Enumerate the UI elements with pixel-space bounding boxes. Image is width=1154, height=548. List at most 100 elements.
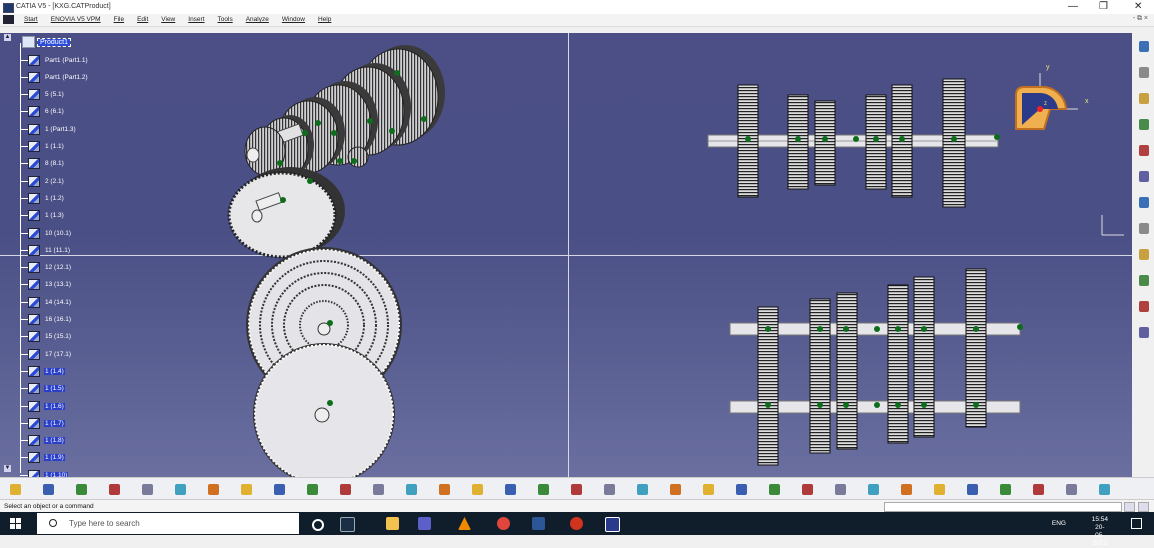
tree-item[interactable]: 1 (1.1) (20, 141, 65, 152)
zoom-icon[interactable] (1139, 145, 1149, 156)
views-icon[interactable] (769, 484, 780, 495)
tree-item[interactable]: Part1 (Part1.1) (20, 54, 89, 66)
paste-icon[interactable] (208, 484, 219, 495)
menu-item-file[interactable]: File (114, 16, 124, 23)
analyze-icon[interactable] (967, 484, 978, 495)
tree-item[interactable]: 1 (Part1.3) (20, 123, 77, 135)
redo-icon[interactable] (274, 484, 285, 495)
tree-item[interactable]: 1 (1.6) (20, 400, 65, 412)
close-button[interactable]: ✕ (1134, 1, 1142, 12)
tree-item[interactable]: 16 (16.1) (20, 314, 72, 325)
normal-view-icon[interactable] (1139, 223, 1149, 234)
tree-item[interactable]: 1 (1.4) (20, 365, 65, 377)
command-button-2[interactable] (1138, 502, 1149, 512)
command-input[interactable] (884, 502, 1122, 512)
menu-item-view[interactable]: View (161, 16, 175, 23)
vlc-icon[interactable] (458, 517, 471, 530)
cortana-icon[interactable] (312, 519, 324, 531)
sketch-icon[interactable] (1066, 484, 1077, 495)
tree-item[interactable]: 5 (5.1) (20, 89, 65, 101)
tree-item[interactable]: 1 (1.2) (20, 192, 65, 204)
menu-item-tools[interactable]: Tools (218, 16, 233, 23)
fit-icon[interactable] (1139, 197, 1149, 208)
menu-item-help[interactable]: Help (318, 16, 331, 23)
teams-icon[interactable] (418, 517, 431, 530)
tree-item[interactable]: 12 (12.1) (20, 262, 72, 274)
pdf-icon[interactable] (570, 517, 583, 530)
document-window-controls[interactable]: - ⧉ × (1133, 15, 1148, 23)
catalog-browser-icon[interactable] (1033, 484, 1044, 495)
measure-icon[interactable] (1139, 327, 1149, 338)
open-icon[interactable] (43, 484, 54, 495)
part-icon[interactable] (1139, 93, 1149, 104)
menu-item-start[interactable]: Start (24, 16, 38, 23)
gear-assembly-views[interactable]: y x z (0, 33, 1132, 477)
restore-button[interactable]: ❐ (1099, 1, 1108, 12)
render-icon[interactable] (802, 484, 813, 495)
fix-icon[interactable] (934, 484, 945, 495)
tree-item[interactable]: 1 (1.8) (20, 435, 65, 447)
hide-icon[interactable] (835, 484, 846, 495)
formula-icon[interactable] (340, 484, 351, 495)
tree-item[interactable]: 1 (1.7) (20, 417, 65, 429)
tree-item[interactable]: 1 (1.10) (20, 469, 69, 477)
tree-item[interactable]: 14 (14.1) (20, 296, 72, 308)
new-icon[interactable] (10, 484, 21, 495)
tree-item[interactable]: 10 (10.1) (20, 227, 72, 239)
color-icon[interactable] (1099, 484, 1110, 495)
task-view-icon[interactable] (340, 517, 355, 532)
zoom-out-icon[interactable] (703, 484, 714, 495)
word-icon[interactable] (532, 517, 545, 530)
pan-icon[interactable] (1139, 119, 1149, 130)
taskbar-search-box[interactable]: Type here to search (37, 513, 299, 534)
tree-item[interactable]: Part1 (Part1.2) (20, 71, 89, 83)
tree-item[interactable]: 11 (11.1) (20, 244, 71, 256)
tree-scroll-up[interactable]: ▲ (4, 34, 11, 41)
copy-icon[interactable] (175, 484, 186, 495)
manipulate-icon[interactable] (472, 484, 483, 495)
swap-icon[interactable] (868, 484, 879, 495)
pan-icon[interactable] (604, 484, 615, 495)
minimize-button[interactable]: — (1068, 1, 1078, 12)
fit-all-icon[interactable] (571, 484, 582, 495)
rotate-icon[interactable] (637, 484, 648, 495)
compass-icon[interactable]: y x z (1015, 64, 1089, 130)
clock[interactable]: 15:54 20-05-2023 (1092, 516, 1108, 548)
command-button-1[interactable] (1124, 502, 1135, 512)
tree-item[interactable]: 1 (1.9) (20, 452, 65, 464)
menu-item-window[interactable]: Window (282, 16, 305, 23)
file-explorer-icon[interactable] (386, 517, 399, 530)
fly-icon[interactable] (538, 484, 549, 495)
tree-scroll-down[interactable]: ▼ (4, 465, 11, 472)
normal-view-icon[interactable] (736, 484, 747, 495)
menu-item-insert[interactable]: Insert (188, 16, 204, 23)
notification-icon[interactable] (1131, 518, 1142, 529)
zoom-in-icon[interactable] (670, 484, 681, 495)
menu-item-analyze[interactable]: Analyze (246, 16, 269, 23)
constraint-icon[interactable] (901, 484, 912, 495)
tree-item[interactable]: 15 (15.1) (20, 331, 72, 343)
cut-icon[interactable] (142, 484, 153, 495)
measure-icon[interactable] (1000, 484, 1011, 495)
tree-item[interactable]: 8 (8.1) (20, 158, 65, 170)
assembly-icon[interactable] (439, 484, 450, 495)
windows-start-icon[interactable] (10, 518, 21, 529)
menu-item-edit[interactable]: Edit (137, 16, 148, 23)
print-icon[interactable] (109, 484, 120, 495)
tree-item[interactable]: 1 (1.3) (20, 210, 65, 222)
tree-item[interactable]: 13 (13.1) (20, 279, 72, 291)
save-icon[interactable] (76, 484, 87, 495)
catalog-icon[interactable] (373, 484, 384, 495)
tree-item[interactable]: 6 (6.1) (20, 106, 65, 118)
undo-icon[interactable] (241, 484, 252, 495)
menu-item-enovia-v5-vpm[interactable]: ENOVIA V5 VPM (51, 16, 101, 23)
hide-icon[interactable] (1139, 275, 1149, 286)
language-indicator[interactable]: ENG (1052, 520, 1066, 527)
viewport-3d[interactable]: y x z ▲ Product1 Part1 (Part1.1) Part1 (… (0, 33, 1132, 477)
sketch-icon[interactable] (1139, 67, 1149, 78)
tree-item[interactable]: 2 (2.1) (20, 175, 65, 187)
tree-root-product1[interactable]: Product1 (22, 36, 72, 48)
snap-icon[interactable] (505, 484, 516, 495)
render-icon[interactable] (1139, 249, 1149, 260)
tree-item[interactable]: 17 (17.1) (20, 348, 72, 360)
